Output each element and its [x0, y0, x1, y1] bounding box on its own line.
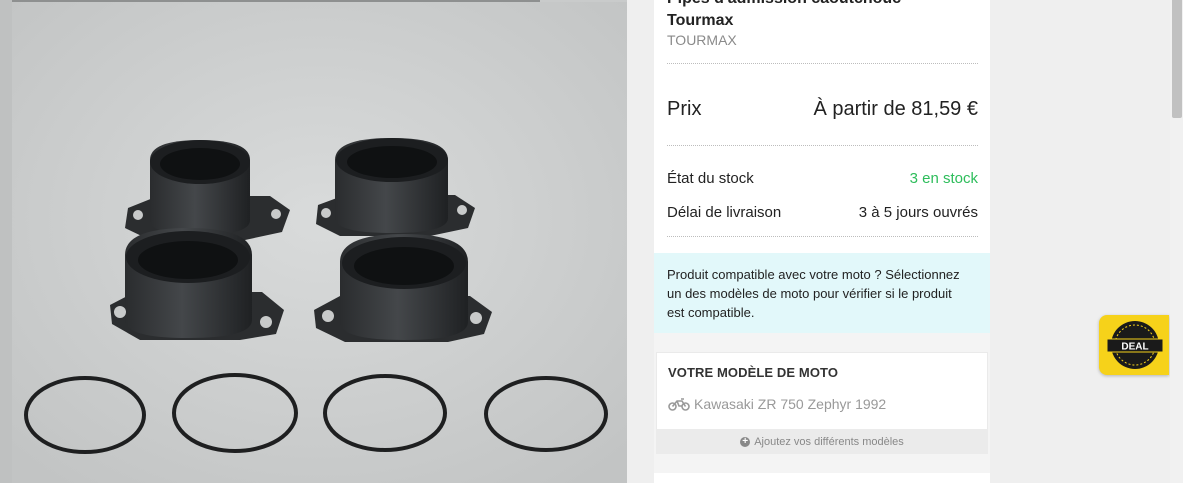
add-models-label: Ajoutez vos différents modèles	[754, 435, 904, 448]
delivery-value: 3 à 5 jours ouvrés	[858, 204, 978, 221]
stock-label: État du stock	[667, 170, 754, 187]
deal-label: DEAL	[1121, 342, 1148, 353]
price-label: Prix	[667, 98, 702, 120]
stock-status: 3 en stock	[909, 170, 978, 187]
divider	[667, 63, 978, 64]
scrollbar-thumb[interactable]	[1172, 0, 1182, 118]
deal-badge[interactable]: DEAL	[1099, 315, 1169, 375]
product-image[interactable]	[0, 0, 627, 483]
moto-model-selected[interactable]: Kawasaki ZR 750 Zephyr 1992	[668, 396, 886, 412]
product-title-line-2: Tourmax	[667, 12, 734, 29]
divider	[667, 145, 978, 146]
price-value: À partir de 81,59 €	[813, 98, 978, 120]
product-brand[interactable]: TOURMAX	[667, 32, 737, 48]
delivery-label: Délai de livraison	[667, 204, 782, 221]
deal-seal-icon: DEAL	[1106, 321, 1164, 369]
motorcycle-icon	[668, 398, 690, 411]
moto-model-name: Kawasaki ZR 750 Zephyr 1992	[694, 396, 887, 412]
compatibility-message: Produit compatible avec votre moto ? Sél…	[667, 267, 960, 320]
product-title-line-1: Pipes d'admission caoutchouc	[667, 0, 987, 10]
divider	[667, 236, 978, 237]
intake-boots-photo	[0, 0, 627, 483]
product-title: Pipes d'admission caoutchouc Tourmax	[667, 0, 987, 32]
plus-circle-icon: +	[740, 436, 751, 447]
add-models-button[interactable]: + Ajoutez vos différents modèles	[656, 429, 988, 454]
next-card	[654, 473, 990, 483]
moto-model-heading: VOTRE MODÈLE DE MOTO	[668, 365, 839, 380]
